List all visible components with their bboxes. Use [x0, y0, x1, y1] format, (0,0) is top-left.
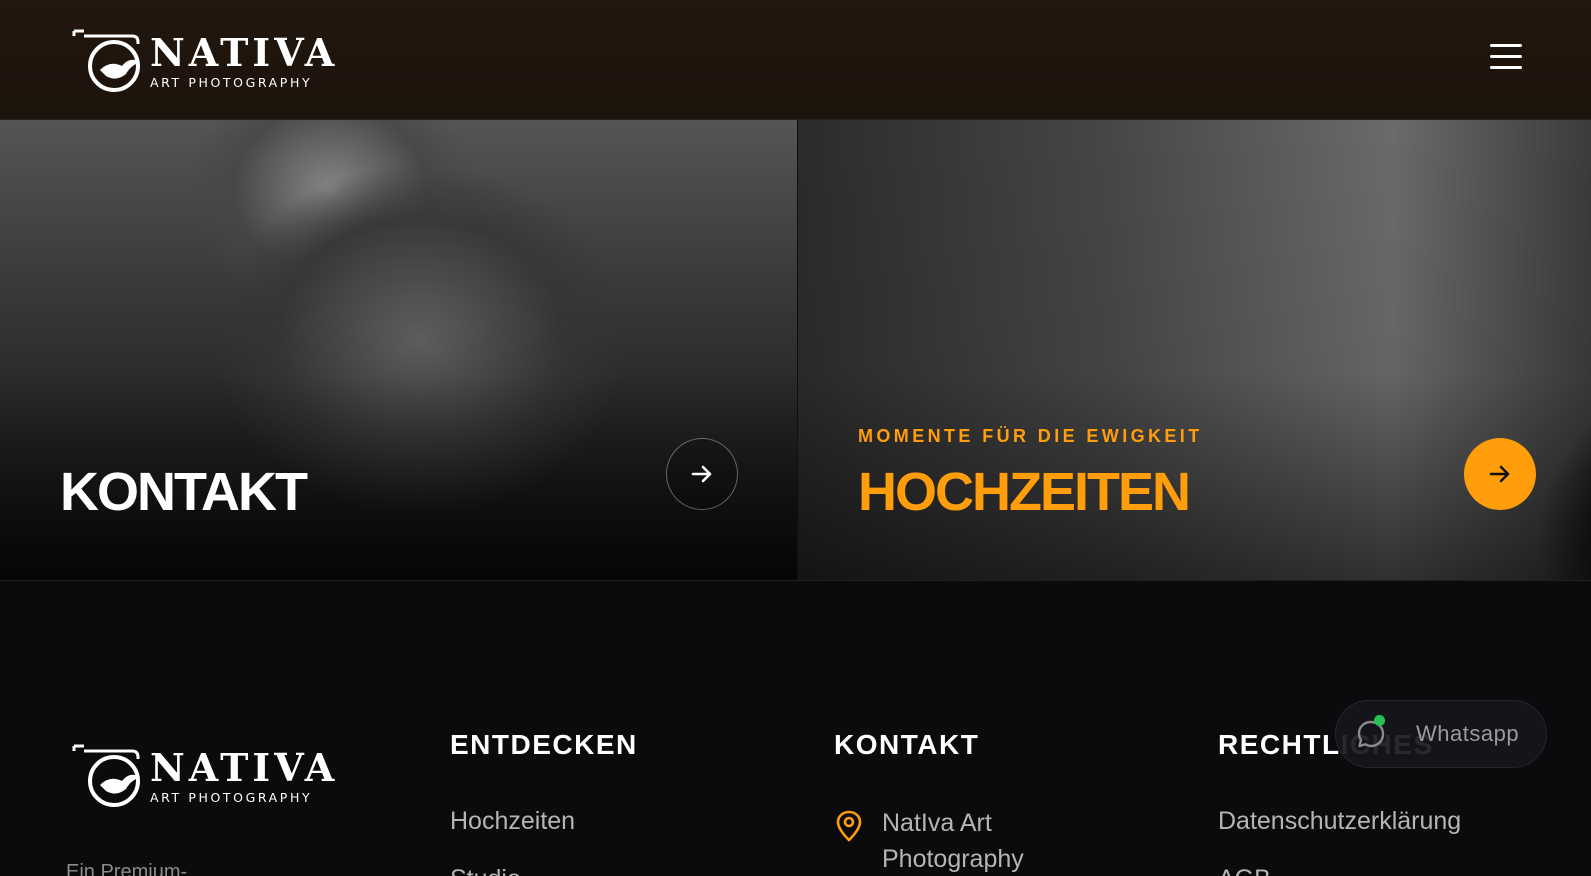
brand-subtitle: ART PHOTOGRAPHY: [150, 74, 313, 90]
arrow-right-icon: [691, 465, 712, 483]
footer-link-agb[interactable]: AGB: [1218, 865, 1271, 876]
address-line-1: NatIva Art: [882, 809, 992, 837]
footer-logo[interactable]: NATIVA ART PHOTOGRAPHY: [70, 741, 338, 811]
header-logo[interactable]: NATIVA ART PHOTOGRAPHY: [70, 26, 338, 96]
panel-hochzeiten[interactable]: MOMENTE FÜR DIE EWIGKEIT HOCHZEITEN: [798, 120, 1591, 581]
footer-heading-entdecken: ENTDECKEN: [450, 729, 638, 760]
footer-link-studio[interactable]: Studio: [450, 865, 521, 876]
hochzeiten-arrow-button[interactable]: [1464, 438, 1536, 510]
footer-contact-address: NatIva Art Photography: [882, 805, 1082, 876]
camera-bird-logo-icon: [72, 744, 140, 807]
footer-heading-kontakt: KONTAKT: [834, 729, 980, 760]
footer-tagline: Ein Premium-: [66, 861, 188, 876]
whatsapp-icon: [1354, 715, 1388, 751]
address-line-2: Photography: [882, 845, 1024, 873]
location-pin-icon: [836, 810, 862, 842]
kontakt-arrow-button[interactable]: [666, 438, 738, 510]
arrow-right-icon: [1489, 465, 1510, 483]
brand-name: NATIVA: [150, 29, 339, 75]
whatsapp-button[interactable]: Whatsapp: [1335, 700, 1547, 768]
hamburger-menu-icon[interactable]: [1490, 44, 1524, 74]
panel-title-hochzeiten: HOCHZEITEN: [858, 462, 1191, 522]
online-status-dot: [1374, 715, 1385, 726]
panel-kicker-hochzeiten: MOMENTE FÜR DIE EWIGKEIT: [858, 426, 1203, 446]
footer-brand-subtitle: ART PHOTOGRAPHY: [150, 789, 313, 805]
footer-link-hochzeiten[interactable]: Hochzeiten: [450, 807, 575, 836]
panel-kontakt[interactable]: KONTAKT: [0, 120, 797, 581]
footer-link-datenschutz[interactable]: Datenschutzerklärung: [1218, 807, 1461, 836]
panel-title-kontakt: KONTAKT: [60, 462, 308, 522]
camera-bird-logo-icon: [72, 29, 140, 92]
footer-brand-name: NATIVA: [150, 744, 339, 790]
site-header: NATIVA ART PHOTOGRAPHY: [0, 0, 1591, 120]
whatsapp-label: Whatsapp: [1416, 721, 1520, 746]
